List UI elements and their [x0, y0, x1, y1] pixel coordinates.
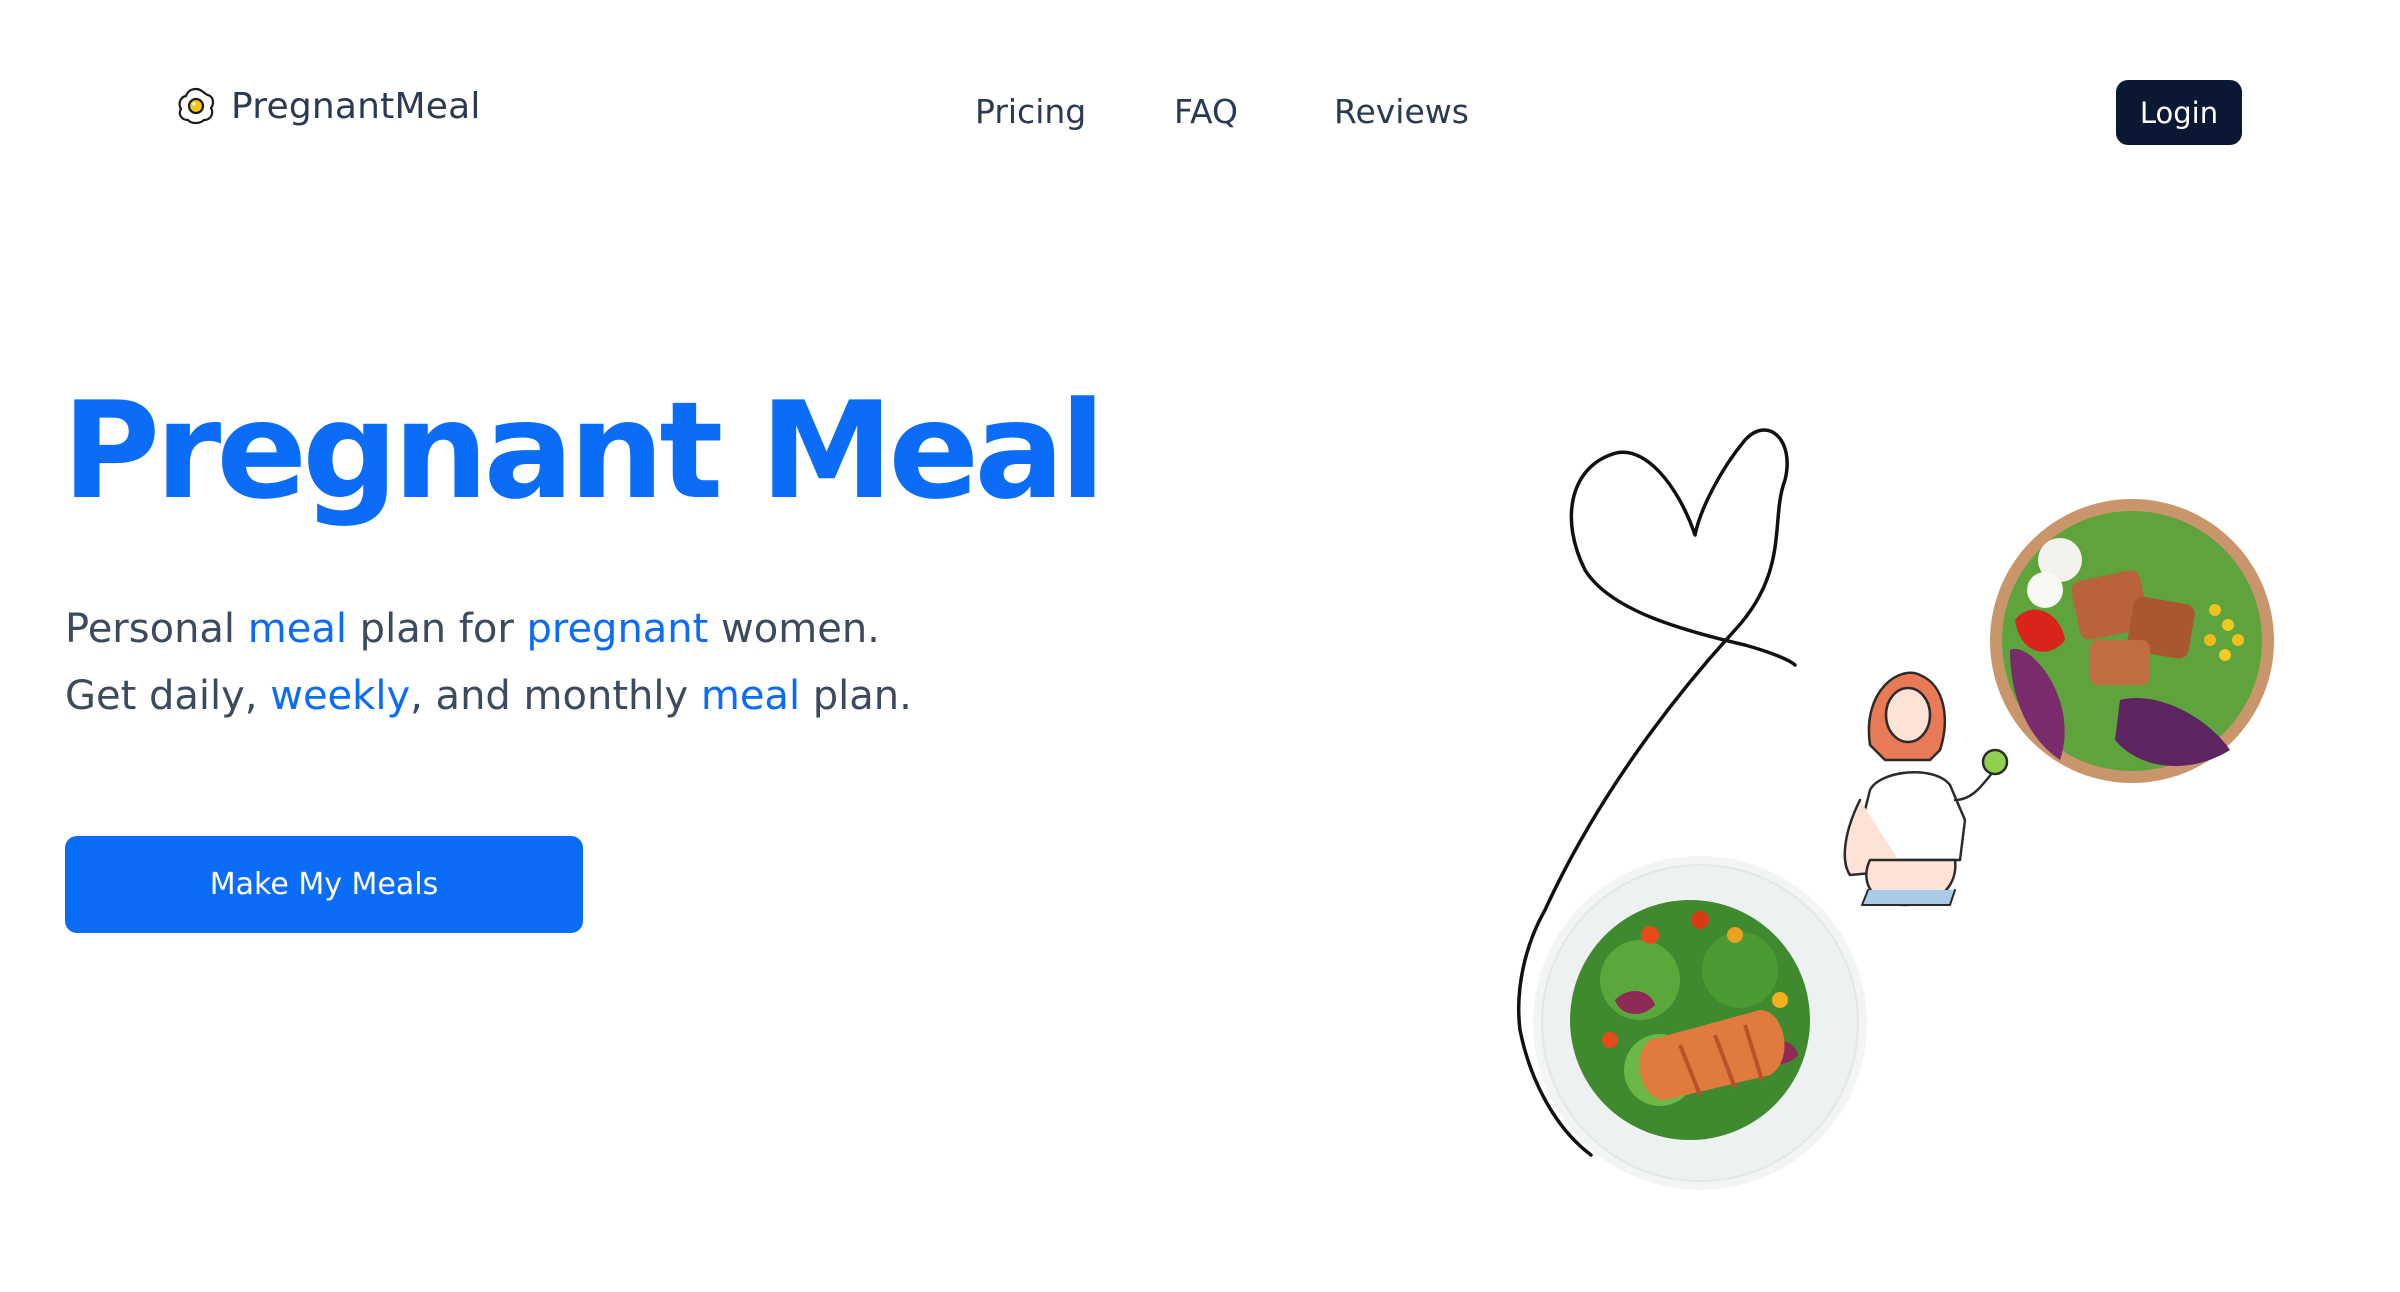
- pregnant-woman-illustration: [1843, 671, 2009, 907]
- hero-illustration: [1516, 428, 2274, 1190]
- salad-bowl-image: [1990, 499, 2274, 783]
- salmon-salad-plate-image: [1533, 856, 1867, 1190]
